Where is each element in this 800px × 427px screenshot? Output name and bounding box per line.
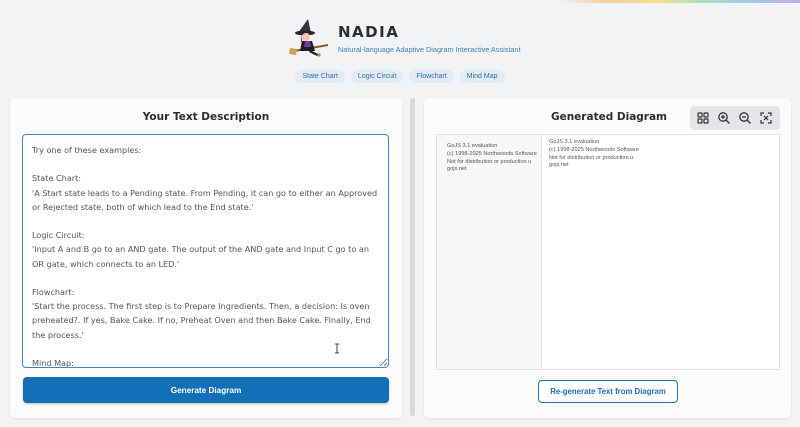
examples-nav: State Chart Logic Circuit Flowchart Mind… [0,70,800,83]
zoom-out-icon[interactable] [737,110,753,126]
example-logic-circuit-button[interactable]: Logic Circuit [350,70,404,83]
fit-to-screen-icon[interactable] [758,110,774,126]
panel-splitter-handle[interactable] [410,98,415,416]
watermark-line: Not for distribution or production u [447,158,532,165]
watermark-line: gojs.net [447,166,467,173]
app-header: NADIA Natural-language Adaptive Diagram … [288,18,548,62]
diagram-palette[interactable]: GoJS 3.1 evaluation (c) 1998-2025 Northw… [437,135,542,369]
watermark-line: GoJS 3.1 evaluation [549,139,600,145]
example-flowchart-button[interactable]: Flowchart [409,70,454,83]
watermark-line: (c) 1998-2025 Northwoods Software [549,146,639,153]
app-title: NADIA [338,23,400,41]
app-subtitle: Natural-language Adaptive Diagram Intera… [338,45,521,54]
text-panel-title: Your Text Description [142,111,270,123]
text-cursor-icon [334,339,340,354]
generate-diagram-button[interactable]: Generate Diagram [23,377,389,403]
diagram-canvas[interactable]: GoJS 3.1 evaluation (c) 1998-2025 Northw… [436,134,780,370]
example-state-chart-button[interactable]: State Chart [295,70,345,83]
top-accent-strip [560,0,800,3]
watermark-line: (c) 1998-2025 Northwoods Software [447,150,537,157]
example-mind-map-button[interactable]: Mind Map [459,70,505,83]
description-textarea[interactable]: Try one of these examples: State Chart: … [22,134,389,368]
zoom-in-icon[interactable] [716,110,732,126]
generated-diagram-panel: Generated Diagram GoJS 3.1 evaluation (c… [424,98,791,418]
main-diagram-area[interactable]: GoJS 3.1 evaluation (c) 1998-2025 Northw… [543,135,780,369]
text-description-panel: Your Text Description Try one of these e… [10,98,402,418]
diagram-watermark: GoJS 3.1 evaluation (c) 1998-2025 Northw… [549,139,639,170]
diagram-toolbar [690,106,780,130]
palette-watermark: GoJS 3.1 evaluation (c) 1998-2025 Northw… [447,143,537,174]
watermark-line: gojs.net [549,162,569,169]
regenerate-text-button[interactable]: Re-generate Text from Diagram [538,380,678,403]
layout-grid-icon[interactable] [695,110,711,126]
watermark-line: GoJS 3.1 evaluation [447,143,498,149]
watermark-line: Not for distribution or production u [549,154,634,161]
witch-logo-icon [288,18,332,62]
